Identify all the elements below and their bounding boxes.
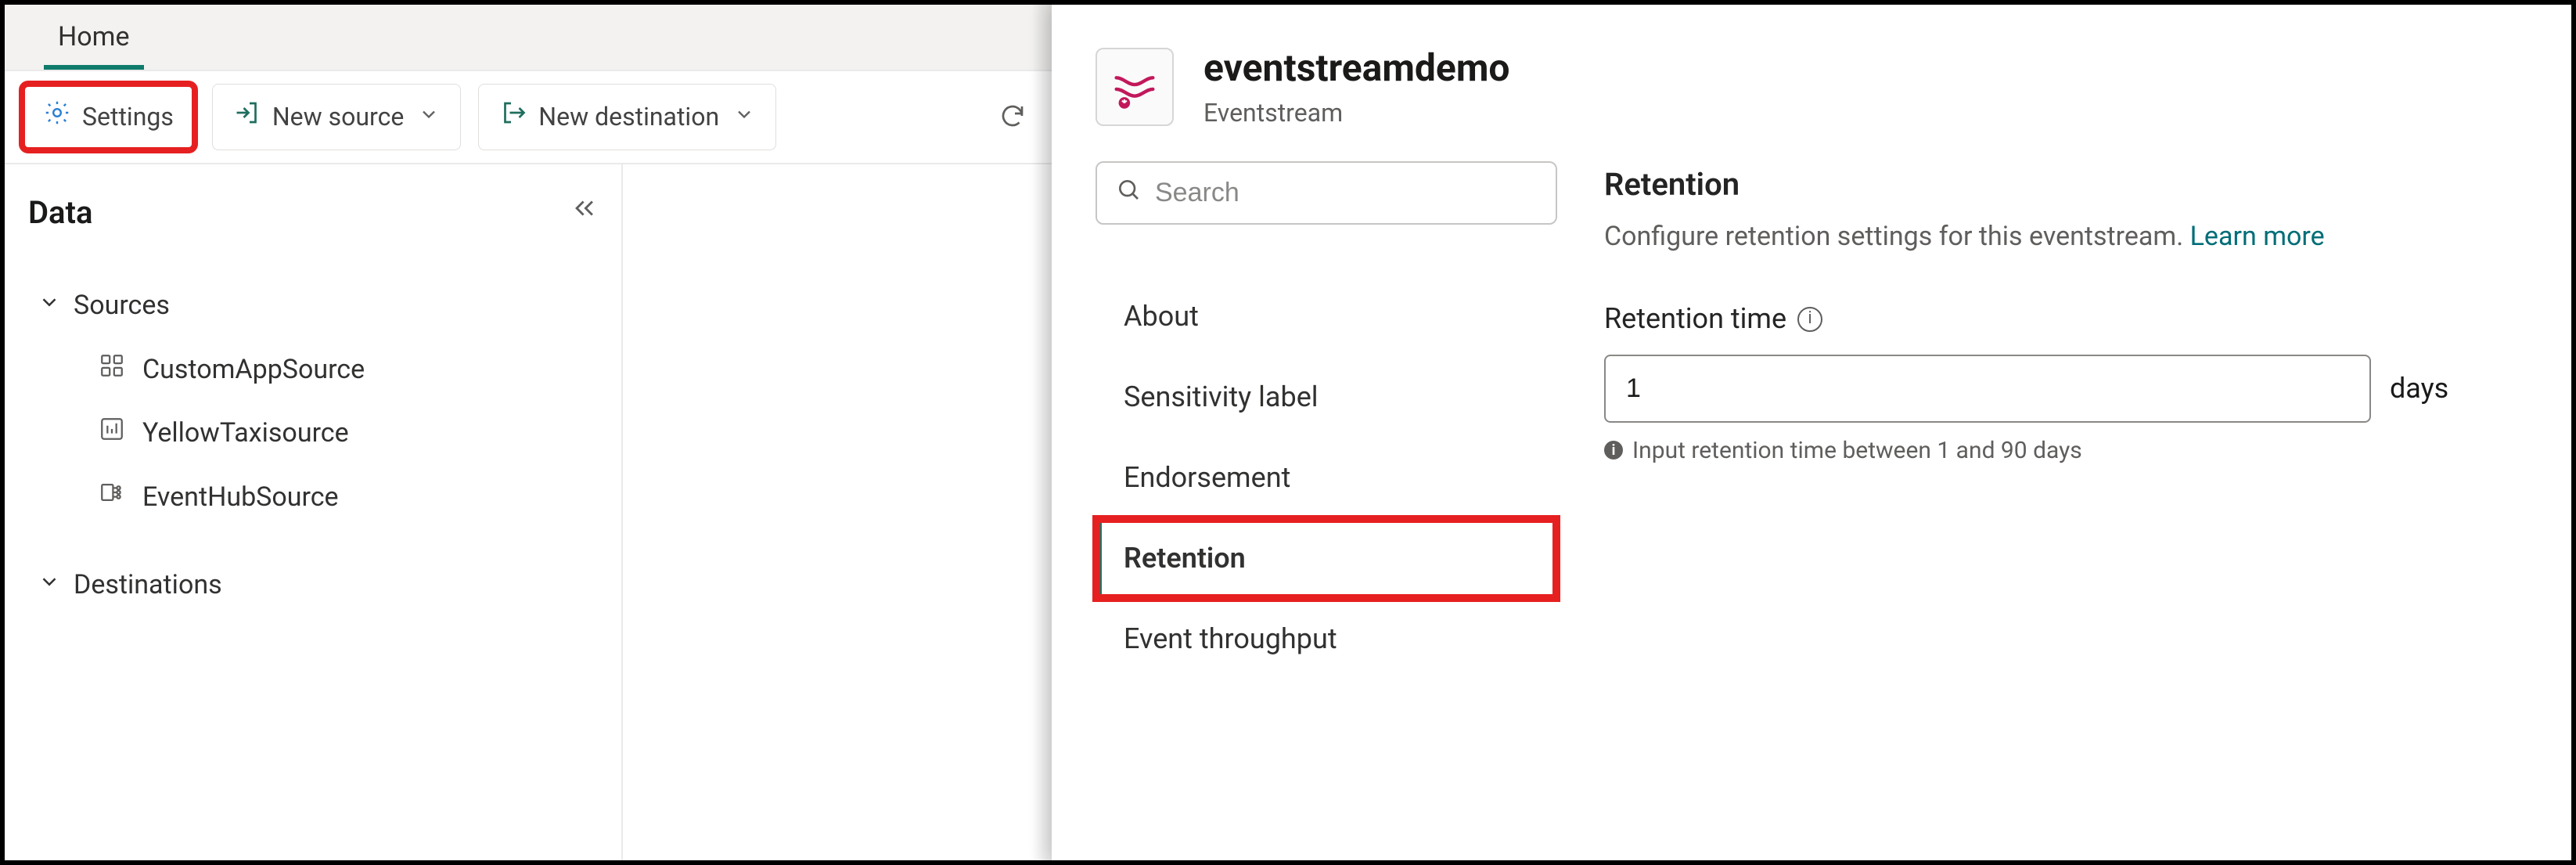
search-icon xyxy=(1116,177,1141,209)
source-arrow-in-icon xyxy=(233,99,261,135)
retention-hint: i Input retention time between 1 and 90 … xyxy=(1604,435,2527,466)
settings-search-input[interactable] xyxy=(1155,178,1537,208)
tab-home[interactable]: Home xyxy=(36,5,152,70)
source-item[interactable]: EventHubSource xyxy=(99,465,598,528)
refresh-button[interactable] xyxy=(991,88,1034,146)
settings-search[interactable] xyxy=(1096,161,1557,225)
event-hub-icon xyxy=(99,479,125,514)
info-dot-icon: i xyxy=(1604,441,1623,460)
tree-section-label: Sources xyxy=(74,288,170,323)
eventstream-icon xyxy=(1096,48,1174,126)
retention-hint-text: Input retention time between 1 and 90 da… xyxy=(1632,435,2082,466)
new-destination-label: New destination xyxy=(538,101,719,134)
new-source-button[interactable]: New source xyxy=(212,84,461,150)
source-item[interactable]: CustomAppSource xyxy=(99,338,598,402)
tab-strip: Home xyxy=(5,5,1052,71)
tree-section-sources[interactable]: Sources xyxy=(28,272,598,338)
bar-chart-icon xyxy=(99,416,125,451)
tree-section-destinations[interactable]: Destinations xyxy=(28,552,598,618)
nav-retention[interactable]: Retention xyxy=(1096,518,1518,599)
toolbar: Settings New source xyxy=(5,71,1052,164)
chevron-down-icon xyxy=(418,101,440,134)
retention-time-input[interactable] xyxy=(1604,355,2371,423)
new-destination-button[interactable]: New destination xyxy=(478,84,776,150)
settings-button[interactable]: Settings xyxy=(22,84,195,150)
learn-more-link[interactable]: Learn more xyxy=(2190,221,2325,252)
retention-description-text: Configure retention settings for this ev… xyxy=(1604,221,2190,252)
refresh-icon xyxy=(998,121,1027,132)
retention-unit: days xyxy=(2390,370,2448,407)
panel-title: eventstreamdemo xyxy=(1203,44,1510,92)
nav-endorsement[interactable]: Endorsement xyxy=(1096,438,1557,518)
source-item[interactable]: YellowTaxisource xyxy=(99,402,598,465)
nav-about[interactable]: About xyxy=(1096,276,1557,357)
gear-icon xyxy=(43,99,71,135)
source-item-label: YellowTaxisource xyxy=(142,416,349,450)
collapse-pane-button[interactable] xyxy=(571,195,598,230)
source-item-label: CustomAppSource xyxy=(142,352,365,387)
nav-event-throughput[interactable]: Event throughput xyxy=(1096,599,1557,679)
chevron-down-icon xyxy=(38,288,61,323)
destination-arrow-out-icon xyxy=(499,99,527,135)
retention-time-label: Retention time i xyxy=(1604,301,2527,337)
data-pane: Data Sources xyxy=(5,164,623,865)
retention-time-label-text: Retention time xyxy=(1604,301,1786,337)
source-item-label: EventHubSource xyxy=(142,480,339,514)
retention-heading: Retention xyxy=(1604,164,2527,205)
info-icon[interactable]: i xyxy=(1797,307,1822,332)
chevron-double-left-icon xyxy=(571,198,598,228)
retention-description: Configure retention settings for this ev… xyxy=(1604,219,2527,254)
chevron-down-icon xyxy=(38,568,61,602)
chevron-down-icon xyxy=(733,101,755,134)
settings-panel: eventstreamdemo Eventstream About Sensit… xyxy=(1052,5,2571,860)
settings-button-label: Settings xyxy=(82,101,174,134)
data-pane-title: Data xyxy=(28,193,92,233)
canvas-area xyxy=(623,164,1052,865)
new-source-label: New source xyxy=(272,101,404,134)
panel-subtype: Eventstream xyxy=(1203,97,1510,130)
tree-section-label: Destinations xyxy=(74,568,222,602)
app-grid-icon xyxy=(99,352,125,387)
nav-sensitivity-label[interactable]: Sensitivity label xyxy=(1096,357,1557,438)
